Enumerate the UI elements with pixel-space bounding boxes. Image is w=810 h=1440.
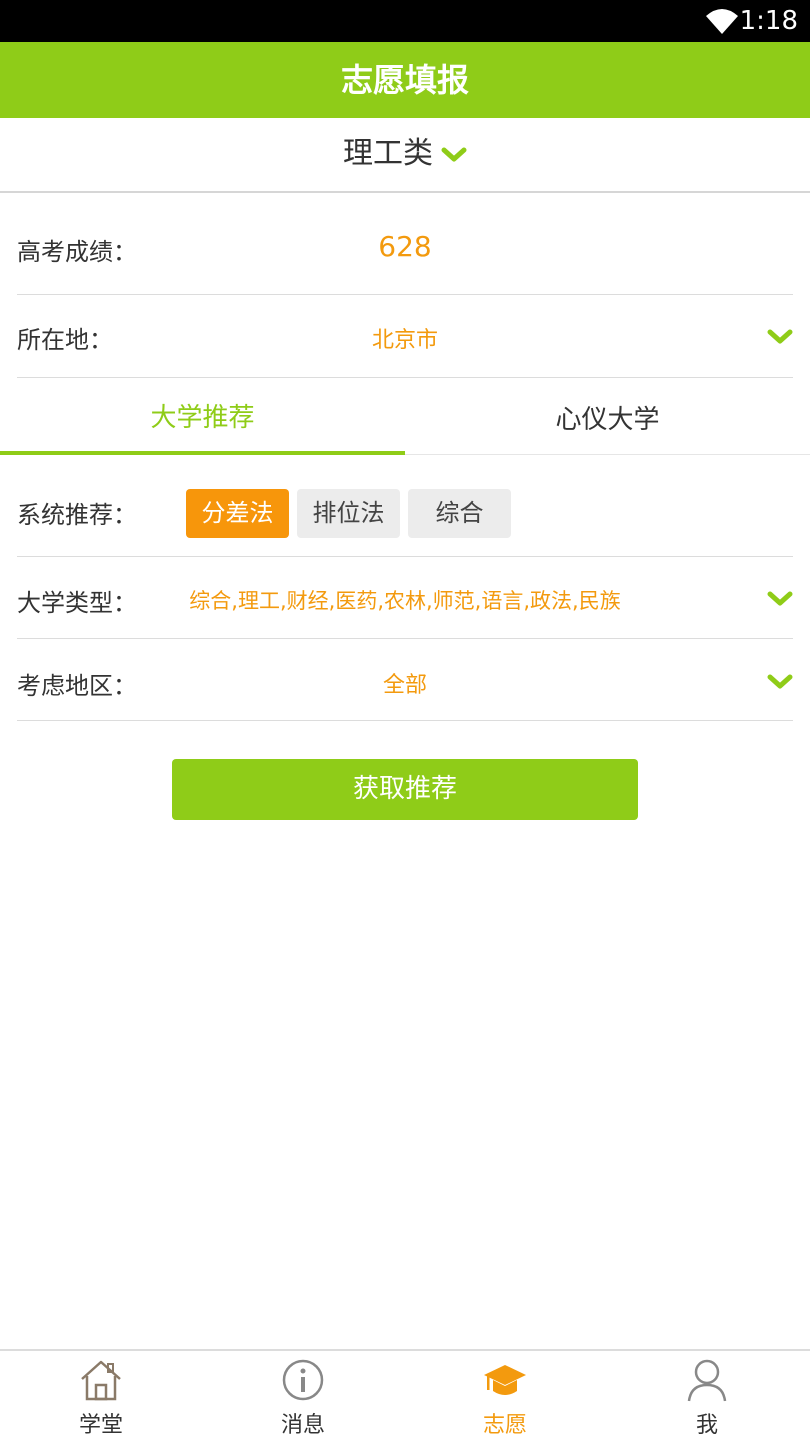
tab-bar: 大学推荐 心仪大学 <box>0 378 810 455</box>
recommend-method-row: 系统推荐： <box>17 455 793 557</box>
university-type-value[interactable]: 综合,理工,财经,医药,农林,师范,语言,政法,民族 <box>0 585 810 615</box>
method-score-diff-button[interactable]: 分差法 <box>186 489 289 538</box>
category-label: 理工类 <box>343 136 433 171</box>
region-row[interactable]: 考虑地区： 全部 <box>17 639 793 721</box>
score-row: 高考成绩： 628 <box>17 194 793 295</box>
location-row[interactable]: 所在地： 北京市 <box>17 295 793 378</box>
method-ranking-button[interactable]: 排位法 <box>297 489 400 538</box>
tab-university-recommend[interactable]: 大学推荐 <box>0 378 405 455</box>
nav-label: 志愿 <box>482 1413 527 1438</box>
region-value[interactable]: 全部 <box>17 667 793 699</box>
nav-label: 消息 <box>280 1413 325 1438</box>
score-value[interactable]: 628 <box>17 230 793 263</box>
nav-label: 我 <box>695 1413 718 1438</box>
chevron-down-icon[interactable] <box>767 673 793 691</box>
university-type-row[interactable]: 大学类型： 综合,理工,财经,医药,农林,师范,语言,政法,民族 <box>17 557 793 639</box>
info-icon <box>282 1359 324 1401</box>
status-bar: 1:18 <box>0 0 810 42</box>
location-value[interactable]: 北京市 <box>17 322 793 354</box>
chevron-down-icon[interactable] <box>767 328 793 346</box>
tab-favorite-universities[interactable]: 心仪大学 <box>405 378 810 455</box>
user-icon <box>687 1359 727 1402</box>
recommend-label: 系统推荐： <box>17 501 137 529</box>
nav-item-volunteer[interactable]: 志愿 <box>404 1351 606 1440</box>
page-title: 志愿填报 <box>0 42 810 118</box>
chevron-down-icon <box>441 147 467 161</box>
method-combined-button[interactable]: 综合 <box>408 489 511 538</box>
chevron-down-icon[interactable] <box>767 590 793 608</box>
home-icon <box>81 1360 121 1401</box>
bottom-nav: 学堂 消息 志愿 我 <box>0 1349 810 1440</box>
nav-label: 学堂 <box>78 1413 123 1438</box>
nav-item-school[interactable]: 学堂 <box>0 1351 202 1440</box>
graduation-cap-icon <box>484 1365 526 1395</box>
wifi-icon <box>706 9 738 34</box>
get-recommendation-button[interactable]: 获取推荐 <box>172 759 638 820</box>
nav-item-me[interactable]: 我 <box>606 1351 808 1440</box>
nav-item-messages[interactable]: 消息 <box>202 1351 404 1440</box>
status-time: 1:18 <box>739 6 798 36</box>
category-selector[interactable]: 理工类 <box>0 118 810 193</box>
